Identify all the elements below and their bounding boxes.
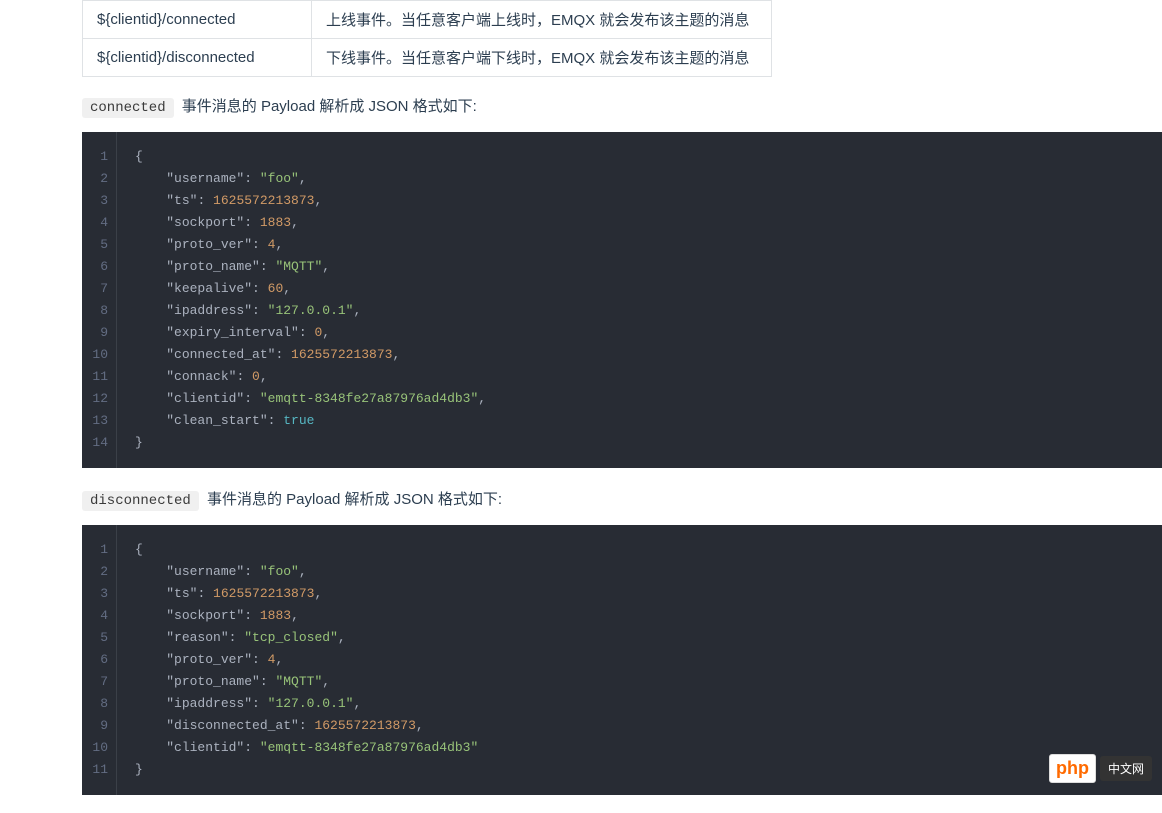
watermark-cn: 中文网 (1100, 756, 1152, 781)
events-table: ${clientid}/connected上线事件。当任意客户端上线时，EMQX… (82, 0, 772, 77)
watermark-php: php (1049, 754, 1096, 783)
table-row: ${clientid}/disconnected下线事件。当任意客户端下线时，E… (83, 39, 772, 77)
table-cell-key: ${clientid}/disconnected (83, 39, 312, 77)
disconnected-code-block: 1234567891011 { "username": "foo", "ts":… (82, 525, 1162, 795)
line-gutter: 1234567891011 (82, 525, 117, 795)
table-cell-desc: 下线事件。当任意客户端下线时，EMQX 就会发布该主题的消息 (312, 39, 772, 77)
watermark: php 中文网 (1049, 754, 1152, 783)
line-gutter: 1234567891011121314 (82, 132, 117, 468)
connected-desc: connected 事件消息的 Payload 解析成 JSON 格式如下: (82, 95, 1162, 118)
disconnected-tag: disconnected (82, 491, 199, 511)
table-cell-desc: 上线事件。当任意客户端上线时，EMQX 就会发布该主题的消息 (312, 1, 772, 39)
disconnected-desc: disconnected 事件消息的 Payload 解析成 JSON 格式如下… (82, 488, 1162, 511)
disconnected-desc-text: 事件消息的 Payload 解析成 JSON 格式如下: (207, 491, 502, 508)
code-body: { "username": "foo", "ts": 1625572213873… (117, 525, 496, 795)
connected-desc-text: 事件消息的 Payload 解析成 JSON 格式如下: (182, 98, 477, 115)
table-row: ${clientid}/connected上线事件。当任意客户端上线时，EMQX… (83, 1, 772, 39)
connected-tag: connected (82, 98, 174, 118)
table-cell-key: ${clientid}/connected (83, 1, 312, 39)
code-body: { "username": "foo", "ts": 1625572213873… (117, 132, 504, 468)
connected-code-block: 1234567891011121314 { "username": "foo",… (82, 132, 1162, 468)
